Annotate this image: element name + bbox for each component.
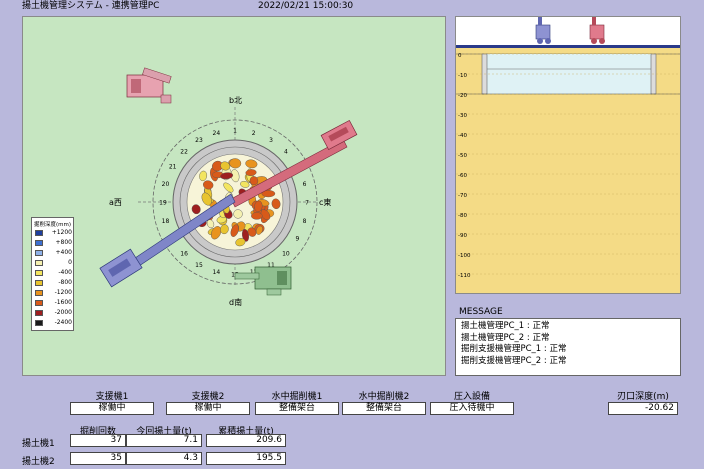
legend-item: +1200 bbox=[35, 229, 73, 237]
ring-number: 15 bbox=[195, 262, 203, 269]
ring-number: 18 bbox=[162, 218, 170, 225]
datetime: 2022/02/21 15:00:30 bbox=[258, 1, 354, 11]
legend-title: 掘削深度(mm) bbox=[34, 222, 72, 228]
legend-swatch bbox=[35, 280, 43, 286]
legend-item: -800 bbox=[35, 279, 73, 287]
ring-number: 23 bbox=[195, 137, 203, 144]
crane-pink bbox=[126, 67, 172, 104]
blade-depth-value: -20.62 bbox=[608, 402, 678, 415]
crane-green bbox=[234, 266, 292, 296]
depth-tick-label: 0 bbox=[458, 53, 462, 59]
plan-view: 123456789101112131415161718192021222324 bbox=[22, 16, 446, 376]
row-name: 揚土機1 bbox=[22, 439, 55, 449]
ring-number: 19 bbox=[159, 200, 167, 207]
header-support-2: 支援機2 bbox=[191, 392, 225, 402]
title-bar: 揚土機管理システム - 連携管理PC 2022/02/21 15:00:30 bbox=[0, 0, 704, 13]
ring-number: 7 bbox=[305, 200, 309, 207]
ring-number: 10 bbox=[282, 250, 290, 257]
ring-number: 6 bbox=[303, 181, 307, 188]
message-line: 掘削支援機管理PC_2 : 正常 bbox=[461, 355, 567, 366]
ring-number: 24 bbox=[213, 130, 221, 137]
depth-tick-label: -20 bbox=[458, 93, 467, 99]
this-time-2: 4.3 bbox=[126, 452, 202, 465]
header-underwater-2: 水中掘削機2 bbox=[358, 392, 410, 402]
app-title: 揚土機管理システム - 連携管理PC bbox=[22, 1, 160, 11]
legend-swatch bbox=[35, 240, 43, 246]
header-press-in: 圧入設備 bbox=[453, 392, 490, 402]
blade-depth-label: 刃口深度(m) bbox=[617, 392, 669, 402]
ring-number: 22 bbox=[180, 149, 188, 156]
ring-number: 21 bbox=[169, 164, 177, 171]
legend-item: +800 bbox=[35, 239, 73, 247]
depth-tick-label: -110 bbox=[458, 273, 471, 279]
legend-swatch bbox=[35, 320, 43, 326]
ring-number: 3 bbox=[269, 137, 273, 144]
depth-tick-label: -40 bbox=[458, 133, 467, 139]
legend-item: -2400 bbox=[35, 319, 73, 327]
legend-swatch bbox=[35, 300, 43, 306]
ring-number: 8 bbox=[303, 218, 307, 225]
legend-swatch bbox=[35, 270, 43, 276]
row-name: 揚土機2 bbox=[22, 457, 55, 467]
dig-count-2: 35 bbox=[70, 452, 126, 465]
legend-swatch bbox=[35, 230, 43, 236]
depth-tick-label: -100 bbox=[458, 253, 471, 259]
ring-number: 2 bbox=[252, 130, 256, 137]
label-north: b北 bbox=[229, 96, 242, 105]
ring-number: 16 bbox=[180, 250, 188, 257]
this-time-1: 7.1 bbox=[126, 434, 202, 447]
total-1: 209.6 bbox=[206, 434, 286, 447]
depth-tick-label: -30 bbox=[458, 113, 467, 119]
status-underwater-2: 整備架台 bbox=[342, 402, 426, 415]
ring-number: 20 bbox=[162, 181, 170, 188]
status-press-in: 圧入待機中 bbox=[430, 402, 514, 415]
message-line: 掘削支援機管理PC_1 : 正常 bbox=[461, 344, 567, 354]
legend-item: -1200 bbox=[35, 289, 73, 297]
header-underwater-1: 水中掘削機1 bbox=[271, 392, 323, 402]
ring-number: 14 bbox=[213, 269, 221, 276]
status-support-2: 稼働中 bbox=[166, 402, 250, 415]
header-support-1: 支援機1 bbox=[95, 392, 129, 402]
depth-legend: 掘削深度(mm) +1200 +800 +400 0 -400 -800 -12… bbox=[31, 217, 74, 331]
depth-tick-label: -80 bbox=[458, 213, 467, 219]
legend-swatch bbox=[35, 260, 43, 266]
label-east: c東 bbox=[319, 197, 331, 207]
ring-number: 4 bbox=[284, 149, 288, 156]
depth-tick-label: -50 bbox=[458, 153, 467, 159]
ring-number: 9 bbox=[295, 236, 299, 243]
dig-count-1: 37 bbox=[70, 434, 126, 447]
section-view: 0 -10 -20 -30 -40 -50 -60 -70 -80 -90 -100 -110 bbox=[455, 16, 681, 294]
message-box: 揚土機管理PC_1 : 正常 揚土機管理PC_2 : 正常 掘削支援機管理PC_… bbox=[455, 318, 681, 376]
label-south: d南 bbox=[229, 297, 242, 307]
legend-item: -2000 bbox=[35, 309, 73, 317]
depth-tick-label: -90 bbox=[458, 233, 467, 239]
message-label: MESSAGE bbox=[459, 307, 503, 317]
depth-tick-label: -60 bbox=[458, 173, 467, 179]
status-underwater-1: 整備架台 bbox=[255, 402, 339, 415]
legend-item: -1600 bbox=[35, 299, 73, 307]
legend-swatch bbox=[35, 250, 43, 256]
total-2: 195.5 bbox=[206, 452, 286, 465]
depth-tick-label: -70 bbox=[458, 193, 467, 199]
message-line: 揚土機管理PC_2 : 正常 bbox=[461, 332, 550, 343]
depth-cell bbox=[251, 212, 263, 220]
legend-item: -400 bbox=[35, 269, 73, 277]
ring-number: 1 bbox=[233, 128, 237, 135]
legend-swatch bbox=[35, 310, 43, 316]
label-west: a西 bbox=[109, 198, 122, 207]
legend-swatch bbox=[35, 290, 43, 296]
status-support-1: 稼働中 bbox=[70, 402, 154, 415]
legend-item: +400 bbox=[35, 249, 73, 257]
section-drawing: 0 -10 -20 -30 -40 -50 -60 -70 -80 -90 -100 -110 bbox=[456, 17, 680, 279]
legend-item: 0 bbox=[35, 259, 73, 267]
message-line: 揚土機管理PC_1 : 正常 bbox=[461, 321, 550, 331]
plan-drawing: 123456789101112131415161718192021222324 bbox=[99, 67, 358, 307]
depth-tick-label: -10 bbox=[458, 73, 467, 79]
